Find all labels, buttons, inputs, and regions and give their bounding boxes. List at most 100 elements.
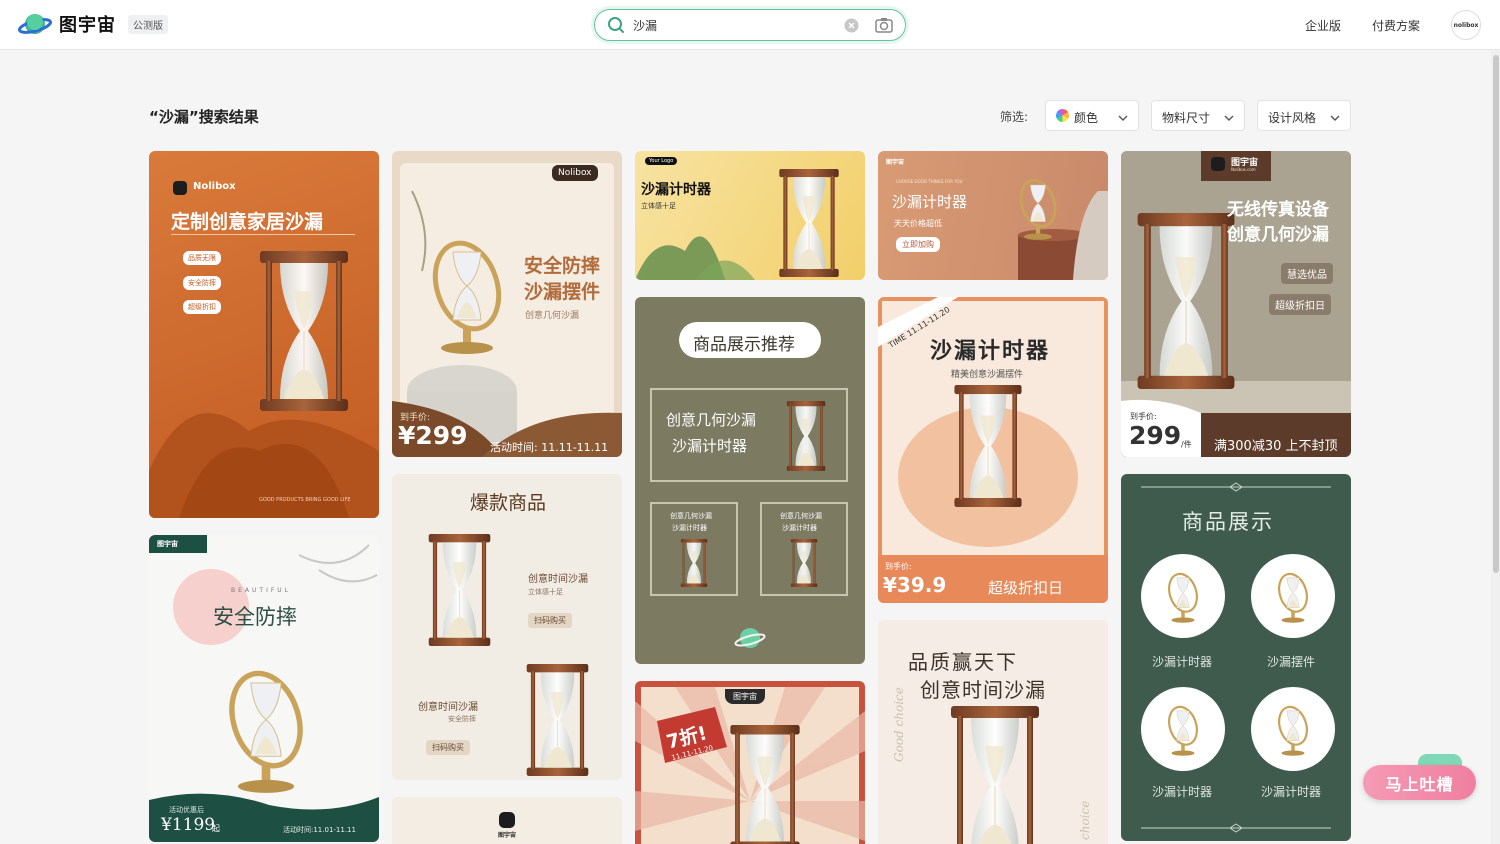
brand-text: Nolibox bbox=[552, 165, 598, 181]
chevron-down-icon bbox=[1224, 111, 1234, 125]
brand-text: 图宇宙 bbox=[886, 159, 905, 166]
logo-badge: Your Logo bbox=[645, 157, 678, 165]
promo-text: 超级折扣日 bbox=[988, 579, 1064, 597]
item-label: 沙漏计时器 bbox=[1152, 655, 1213, 669]
small-text: 创意几何沙漏 bbox=[780, 512, 822, 520]
template-card[interactable]: Nolibox 定制创意家居沙漏 品质无限 安全防摔 超级折扣 GOOD PRO… bbox=[149, 151, 379, 518]
product-name: 创意时间沙漏 bbox=[418, 702, 478, 713]
template-card[interactable]: 商品展示 沙漏计时器 沙漏摆件 沙漏计时器 沙漏计时器 bbox=[1121, 474, 1351, 841]
template-card[interactable]: 图宇宙 CHOOSE GOOD THINGS FOR YOU 沙漏计时器 天天价… bbox=[878, 151, 1108, 280]
item-label: 沙漏计时器 bbox=[1152, 785, 1213, 799]
filter-label: 筛选: bbox=[1000, 110, 1029, 124]
camera-search-icon[interactable] bbox=[875, 17, 893, 37]
kicker-text: BEAUTIFUL bbox=[231, 587, 292, 594]
card-artwork bbox=[635, 681, 865, 844]
template-card[interactable]: 爆款商品 创意时间沙漏 立体感十足 扫码购买 创意时间沙漏 安全防摔 扫码购买 bbox=[392, 474, 622, 780]
kicker-text: CHOOSE GOOD THINGS FOR YOU bbox=[896, 179, 963, 184]
product-name: 创意时间沙漏 bbox=[528, 574, 588, 585]
search-result-title: “沙漏”搜索结果 bbox=[149, 108, 259, 126]
logo-text: 图宇宙 bbox=[59, 15, 116, 36]
buy-button: 扫码购买 bbox=[528, 613, 572, 628]
side-text: choice bbox=[1078, 800, 1092, 840]
promo-text: 满300减30 上不封顶 bbox=[1214, 439, 1338, 454]
card-subtitle: 天天价格超低 bbox=[894, 219, 942, 228]
template-card[interactable]: 图宇宙 BEAUTIFUL 安全防摔 活动优惠后 ¥1199 起 活动时间:11… bbox=[149, 535, 379, 842]
brand-logo-icon bbox=[499, 812, 515, 828]
clear-search-icon[interactable] bbox=[844, 18, 859, 37]
banner-text: 商品展示推荐 bbox=[693, 335, 795, 355]
price: ¥299 bbox=[398, 421, 468, 450]
template-card[interactable]: 图宇宙 bbox=[392, 797, 622, 844]
tag: 超级折扣 bbox=[183, 300, 221, 314]
tag: 慧选优品 bbox=[1281, 263, 1333, 284]
filter-style[interactable]: 设计风格 bbox=[1257, 100, 1351, 131]
search-box bbox=[594, 9, 906, 41]
template-card[interactable]: 图宇宙 7折! 11.11-11.20 bbox=[635, 681, 865, 844]
product-subtitle: 安全防摔 bbox=[448, 715, 476, 723]
small-text: 沙漏计时器 bbox=[782, 524, 817, 532]
template-card[interactable]: TIME 11.11-11.20 沙漏计时器 精美创意沙漏摆件 到手价: ¥39… bbox=[878, 297, 1108, 603]
product-subtitle: 立体感十足 bbox=[528, 588, 563, 596]
card-title: 沙漏计时器 bbox=[892, 193, 968, 211]
footer-slogan: GOOD PRODUCTS BRING GOOD LIFE bbox=[259, 497, 351, 503]
card-title: 定制创意家居沙漏 bbox=[171, 211, 324, 233]
brand-text: 图宇宙 bbox=[498, 832, 517, 839]
card-title: 安全防摔 bbox=[213, 605, 297, 629]
beta-badge: 公测版 bbox=[128, 14, 168, 34]
side-text: Good choice bbox=[892, 687, 906, 762]
card-artwork bbox=[428, 534, 589, 776]
avatar[interactable]: nolibox bbox=[1451, 10, 1481, 40]
logo[interactable]: 图宇宙 公测版 bbox=[17, 11, 168, 37]
divider bbox=[171, 234, 355, 235]
card-title: 沙漏计时器 bbox=[641, 182, 711, 198]
filter-size-label: 物料尺寸 bbox=[1162, 111, 1211, 125]
search-input[interactable] bbox=[633, 10, 833, 40]
template-card[interactable]: 品质赢天下 创意时间沙漏 Good choice choice bbox=[878, 620, 1108, 844]
main-text-line2: 沙漏计时器 bbox=[672, 437, 748, 455]
card-artwork bbox=[149, 535, 379, 842]
card-title: 爆款商品 bbox=[470, 492, 547, 514]
event-time: 活动时间:11.01-11.11 bbox=[283, 826, 356, 834]
main-text-line1: 创意几何沙漏 bbox=[666, 411, 757, 429]
template-card[interactable]: 商品展示推荐 创意几何沙漏 沙漏计时器 创意几何沙漏 沙漏计时器 创意几何沙漏 … bbox=[635, 297, 865, 664]
price: 299 bbox=[1129, 421, 1182, 450]
template-card[interactable]: Nolibox 安全防摔 沙漏摆件 创意几何沙漏 到手价: ¥299 活动时间:… bbox=[392, 151, 622, 457]
filter-size[interactable]: 物料尺寸 bbox=[1151, 100, 1245, 131]
template-card[interactable]: 图宇宙 Nolibox.com 无线传真设备 创意几何沙漏 慧选优品 超级折扣日… bbox=[1121, 151, 1351, 457]
card-artwork bbox=[635, 169, 840, 280]
card-artwork bbox=[1013, 174, 1108, 280]
card-subtitle: 立体感十足 bbox=[641, 202, 676, 210]
color-wheel-icon bbox=[1056, 109, 1069, 125]
price: ¥39.9 bbox=[883, 573, 947, 597]
brand-text: 图宇宙 bbox=[157, 540, 178, 548]
nav-enterprise[interactable]: 企业版 bbox=[1305, 17, 1341, 34]
brand-subtext: Nolibox.com bbox=[1231, 167, 1256, 172]
price: ¥1199 bbox=[161, 815, 216, 835]
tag: 安全防摔 bbox=[183, 276, 221, 290]
card-title: 商品展示 bbox=[1182, 510, 1274, 534]
filter-color[interactable]: 颜色 bbox=[1045, 100, 1139, 131]
chevron-down-icon bbox=[1118, 111, 1128, 125]
filter-color-label: 颜色 bbox=[1074, 111, 1099, 125]
event-time: 活动时间: 11.11-11.11 bbox=[490, 441, 609, 454]
small-text: 沙漏计时器 bbox=[672, 524, 707, 532]
card-title-line2: 沙漏摆件 bbox=[524, 281, 601, 303]
card-title-line1: 品质赢天下 bbox=[908, 650, 1018, 674]
card-title-line2: 创意几何沙漏 bbox=[1227, 225, 1329, 245]
card-title-line1: 无线传真设备 bbox=[1227, 200, 1329, 220]
price-label: 到手价: bbox=[885, 562, 912, 571]
tag: 品质无限 bbox=[183, 251, 221, 265]
card-subtitle: 创意几何沙漏 bbox=[525, 311, 580, 321]
template-card[interactable]: Your Logo 沙漏计时器 立体感十足 bbox=[635, 151, 865, 280]
feedback-button[interactable]: 马上吐槽 bbox=[1363, 765, 1476, 800]
planet-logo-icon bbox=[17, 11, 53, 37]
card-title-line1: 安全防摔 bbox=[524, 255, 601, 277]
search-icon[interactable] bbox=[607, 16, 625, 38]
small-text: 创意几何沙漏 bbox=[670, 512, 712, 520]
add-to-cart-pill: 立即加购 bbox=[896, 237, 940, 252]
scrollbar-thumb[interactable] bbox=[1493, 55, 1499, 573]
card-title: 沙漏计时器 bbox=[930, 339, 1051, 364]
brand-logo-icon bbox=[173, 181, 187, 195]
nav-pricing[interactable]: 付费方案 bbox=[1372, 17, 1420, 34]
card-title-line2: 创意时间沙漏 bbox=[920, 678, 1046, 702]
